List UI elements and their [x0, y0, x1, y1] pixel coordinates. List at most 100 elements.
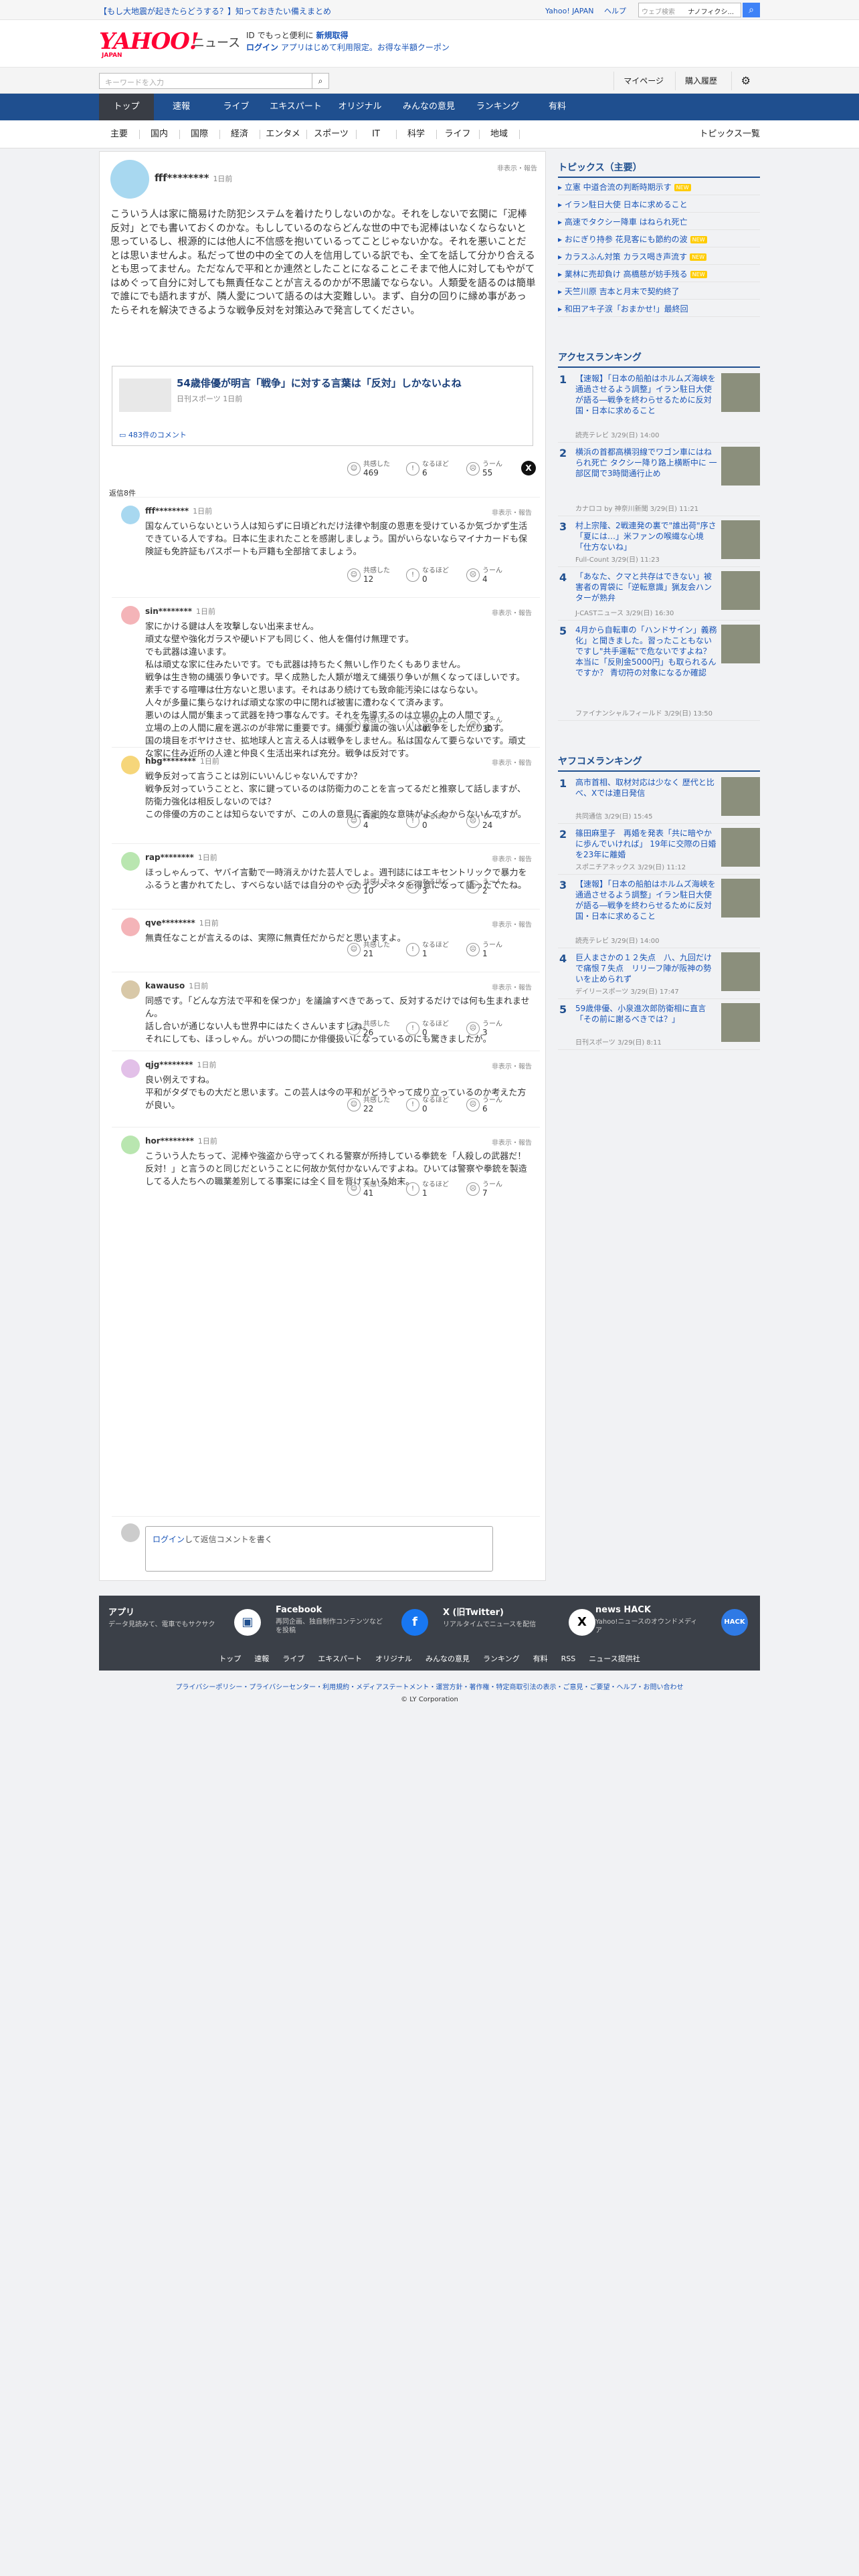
- ranking-item[interactable]: 3 【速報】「日本の船舶はホルムズ海峡を通過させるよう調整」イラン駐日大使が語る…: [558, 875, 760, 948]
- reply-author[interactable]: rap******** 1日前: [145, 852, 217, 863]
- ranking-item[interactable]: 1 高市首相、取材対応は少なく 歴代と比べ、Xでは連日発信 共同通信 3/29(…: [558, 773, 760, 824]
- footer-link[interactable]: ライブ: [282, 1654, 304, 1663]
- footer-facebook[interactable]: Facebook 再同企画、独自制作コンテンツなどを投稿 f: [276, 1605, 436, 1642]
- comment-author[interactable]: fff******** 1日前: [155, 172, 232, 184]
- hmm-count: 55: [482, 468, 493, 477]
- reply-author[interactable]: hor******** 1日前: [145, 1136, 217, 1146]
- empathize-count: 22: [363, 1104, 374, 1113]
- composer-login-link[interactable]: ログイン: [153, 1535, 185, 1544]
- topic-item[interactable]: ▸ イラン駐日大使 日本に求めること: [558, 197, 760, 213]
- topics-list-link[interactable]: トピックス一覧: [699, 120, 760, 148]
- cat-it[interactable]: IT: [356, 120, 397, 148]
- yahoo-logo[interactable]: YAHOO!: [99, 28, 199, 55]
- tab-top[interactable]: トップ: [99, 94, 154, 120]
- footer-link[interactable]: 速報: [254, 1654, 269, 1663]
- ranking-item[interactable]: 3 村上宗隆、2戦連発の裏で"誰出荷"序さ「夏には…」米ファンの喉繊な心境「仕方…: [558, 516, 760, 567]
- cat-sports[interactable]: スポーツ: [306, 120, 357, 148]
- topic-item[interactable]: ▸ 天竺川原 吉本と月末で契約終了: [558, 284, 760, 300]
- help-link[interactable]: ヘルプ: [604, 7, 626, 15]
- legal-links[interactable]: プライバシーポリシー・プライバシーセンター・利用規約・メディアステートメント・運…: [99, 1681, 760, 1691]
- cat-life[interactable]: ライフ: [436, 120, 480, 148]
- topic-item[interactable]: ▸ 業林に売却負け 高橋慈が妨手残る NEW: [558, 266, 760, 282]
- tab-expert[interactable]: エキスパート: [264, 94, 328, 120]
- hide-report-link[interactable]: 非表示・報告: [492, 853, 532, 863]
- tab-live[interactable]: ライブ: [209, 94, 264, 120]
- keyword-search-input[interactable]: キーワードを入力: [99, 73, 313, 89]
- reply-author-name: hor********: [145, 1136, 194, 1146]
- topic-item[interactable]: ▸ おにぎり持参 花見客にも節約の波 NEW: [558, 231, 760, 247]
- ranking-item[interactable]: 4 「あなた、クマと共存はできない」被害者の胃袋に「逆転意識」猟友会ハンターが熟…: [558, 567, 760, 621]
- footer-link[interactable]: オリジナル: [375, 1654, 412, 1663]
- news-logo-text[interactable]: ニュース: [193, 33, 240, 51]
- cat-science[interactable]: 科学: [396, 120, 437, 148]
- reply-body: 同感です。「どんな方法で平和を保つか」を議論すべきであって、反対するだけでは何も…: [145, 996, 530, 1045]
- footer-app[interactable]: アプリ データ見読みて、電車でもサクサク ▣: [108, 1605, 269, 1642]
- hide-report-link[interactable]: 非表示・報告: [492, 1061, 532, 1071]
- tab-original[interactable]: オリジナル: [328, 94, 392, 120]
- hide-report-link[interactable]: 非表示・報告: [492, 1137, 532, 1147]
- ranking-item[interactable]: 2 篠田麻里子 再婚を発表「共に暗やかに歩んでいければ」 19年に交際の日婚を2…: [558, 824, 760, 875]
- footer-link[interactable]: みんなの意見: [425, 1654, 470, 1663]
- search-icon[interactable]: ⌕: [312, 73, 329, 89]
- tab-breaking[interactable]: 速報: [154, 94, 209, 120]
- yahoo-japan-link[interactable]: Yahoo! JAPAN: [545, 7, 594, 15]
- web-search-input[interactable]: ウェブ検索 ナノフィクシ...: [638, 3, 741, 17]
- article-title[interactable]: 54歳俳優が明言「戦争」に対する言葉は「反対」しかないよね: [177, 376, 462, 390]
- comments-count-link[interactable]: ▭ 483件のコメント: [119, 429, 187, 440]
- hide-report-link[interactable]: 非表示・報告: [492, 507, 532, 517]
- comment-icon: ▭: [119, 431, 128, 439]
- footer-link[interactable]: RSS: [561, 1654, 576, 1663]
- footer-link[interactable]: ランキング: [483, 1654, 520, 1663]
- article-card[interactable]: 54歳俳優が明言「戦争」に対する言葉は「反対」しかないよね 日刊スポーツ 1日前…: [112, 366, 533, 446]
- topic-item[interactable]: ▸ 和田アキ子涙「おまかせ!」最終回: [558, 301, 760, 317]
- x-share-icon[interactable]: X: [521, 461, 536, 475]
- web-search-button[interactable]: ⌕: [743, 3, 760, 17]
- footer-x[interactable]: X (旧Twitter) リアルタイムでニュースを配信 X: [443, 1605, 603, 1642]
- disaster-notice-link[interactable]: 【もし大地震が起きたらどうする？】知っておきたい備えまとめ: [99, 5, 331, 17]
- cat-main[interactable]: 主要: [99, 120, 140, 148]
- ranking-title: 4月から自転車の「ハンドサイン」義務化」と聞きました。習ったこともないですし"共…: [575, 625, 717, 677]
- gear-icon[interactable]: ⚙: [731, 72, 760, 90]
- ranking-item[interactable]: 5 59歳俳優、小泉進次郎防衛相に直言「その前に謝るべきでは？」 日刊スポーツ …: [558, 999, 760, 1050]
- reply-input[interactable]: ログインして返信コメントを書く: [145, 1526, 493, 1572]
- cat-region[interactable]: 地域: [479, 120, 520, 148]
- hide-report-link[interactable]: 非表示・報告: [492, 919, 532, 929]
- footer-link[interactable]: エキスパート: [318, 1654, 362, 1663]
- ranking-item[interactable]: 1 【速報】「日本の船舶はホルムズ海峡を通過させるよう調整」イラン駐日大使が語る…: [558, 369, 760, 443]
- footer-link[interactable]: ニュース提供社: [589, 1654, 640, 1663]
- hide-report-link[interactable]: 非表示・報告: [497, 163, 537, 173]
- ranking-source: 共同通信 3/29(日) 15:45: [575, 813, 653, 821]
- ranking-item[interactable]: 4 巨人まさかの１２失点 八、九回だけで痛恨７失点 リリーフ陣が阪神の勢いを止め…: [558, 948, 760, 999]
- mypage-button[interactable]: マイページ: [613, 72, 673, 90]
- tab-opinions[interactable]: みんなの意見: [392, 94, 466, 120]
- topic-item[interactable]: ▸ 高速でタクシー降車 はねられ死亡: [558, 214, 760, 230]
- topic-item[interactable]: ▸ カラスふん対策 カラス喝き声流す NEW: [558, 249, 760, 265]
- hide-report-link[interactable]: 非表示・報告: [492, 607, 532, 617]
- hide-report-link[interactable]: 非表示・報告: [492, 757, 532, 767]
- empathize-count: 4: [363, 821, 369, 830]
- topic-item[interactable]: ▸ 立憲 中道合流の判断時期示す NEW: [558, 179, 760, 195]
- reply-author[interactable]: fff******** 1日前: [145, 506, 212, 516]
- hide-report-link[interactable]: 非表示・報告: [492, 982, 532, 992]
- ranking-item[interactable]: 2 横浜の首都高横羽線でワゴン車にはねられ死亡 タクシー降り路上横断中に 一部区…: [558, 443, 760, 516]
- tab-paid[interactable]: 有料: [530, 94, 585, 120]
- ranking-title: 【速報】「日本の船舶はホルムズ海峡を通過させるよう調整」イラン駐日大使が語る―戦…: [575, 879, 716, 921]
- reply-author[interactable]: sin******** 1日前: [145, 606, 215, 617]
- reply-author[interactable]: hbg******** 1日前: [145, 756, 219, 766]
- reply-author[interactable]: kawauso 1日前: [145, 980, 208, 991]
- signup-link[interactable]: 新規取得: [316, 31, 348, 40]
- login-link[interactable]: ログイン: [246, 43, 278, 52]
- cat-economy[interactable]: 経済: [219, 120, 260, 148]
- cat-entertainment[interactable]: エンタメ: [260, 120, 307, 148]
- footer-newshack[interactable]: news HACK Yahoo!ニュースのオウンドメディア HACK: [595, 1605, 756, 1642]
- reply-author[interactable]: qjg******** 1日前: [145, 1059, 217, 1070]
- footer-link[interactable]: 有料: [533, 1654, 548, 1663]
- cat-domestic[interactable]: 国内: [139, 120, 180, 148]
- reply-author[interactable]: qve******** 1日前: [145, 918, 219, 928]
- cat-world[interactable]: 国際: [179, 120, 220, 148]
- tab-ranking[interactable]: ランキング: [466, 94, 530, 120]
- footer-link[interactable]: トップ: [219, 1654, 241, 1663]
- coupon-link[interactable]: アプリはじめて利用限定。お得な半額クーポン: [281, 43, 450, 52]
- ranking-item[interactable]: 5 4月から自転車の「ハンドサイン」義務化」と聞きました。習ったこともないですし…: [558, 621, 760, 721]
- purchase-history-button[interactable]: 購入履歴: [674, 72, 727, 90]
